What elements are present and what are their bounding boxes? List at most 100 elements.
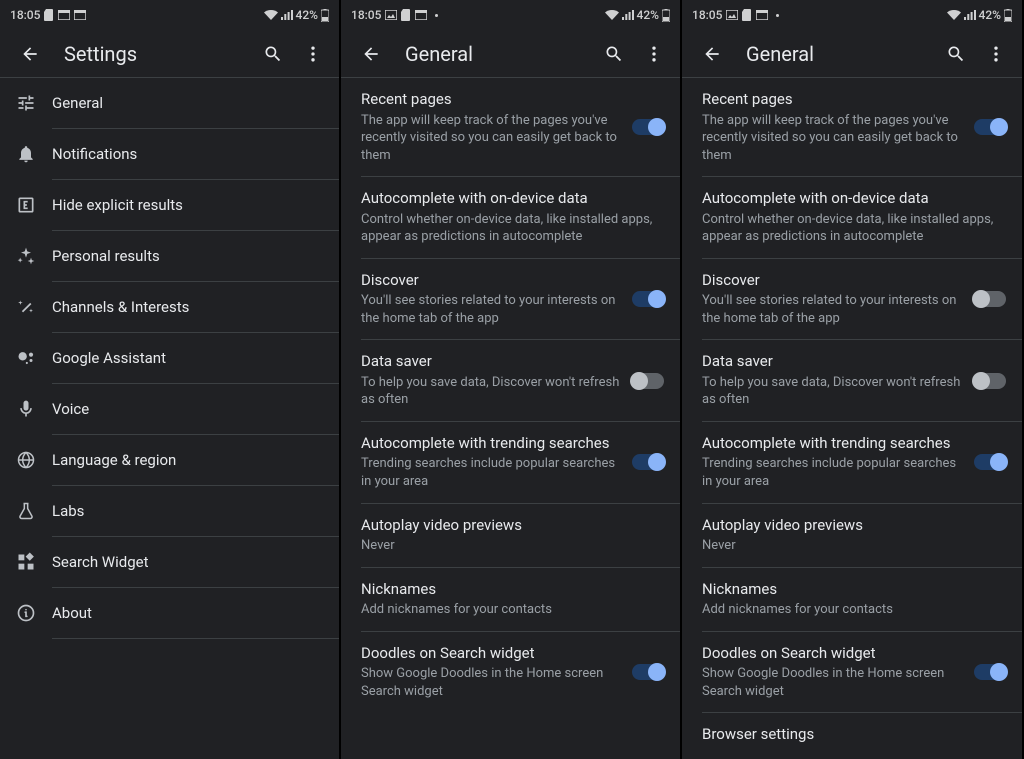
back-button[interactable] — [692, 34, 732, 74]
tune-icon — [16, 93, 52, 113]
divider — [52, 638, 339, 639]
image-icon — [726, 10, 738, 20]
more-dot — [776, 14, 779, 17]
wifi-icon — [605, 10, 619, 20]
nav-item-about[interactable]: About — [0, 588, 339, 638]
setting-autoplay[interactable]: Autoplay video previewsNever — [682, 504, 1022, 567]
setting-title: Doodles on Search widget — [702, 644, 962, 664]
explicit-icon — [16, 195, 52, 215]
wifi-icon — [264, 10, 278, 20]
setting-sub: The app will keep track of the pages you… — [702, 112, 962, 165]
setting-recent-pages[interactable]: Recent pagesThe app will keep track of t… — [341, 78, 680, 176]
setting-sub: Show Google Doodles in the Home screen S… — [361, 665, 620, 700]
app-bar: General — [682, 30, 1022, 78]
setting-title: Autoplay video previews — [702, 516, 1006, 536]
nav-item-labs[interactable]: Labs — [0, 486, 339, 536]
overflow-button[interactable] — [293, 34, 333, 74]
overflow-button[interactable] — [634, 34, 674, 74]
search-button[interactable] — [253, 34, 293, 74]
nav-item-assistant[interactable]: Google Assistant — [0, 333, 339, 383]
setting-browser[interactable]: Browser settings — [682, 713, 1022, 759]
setting-sub: To help you save data, Discover won't re… — [702, 374, 962, 409]
setting-autocomplete-trending[interactable]: Autocomplete with trending searchesTrend… — [341, 422, 680, 503]
page-title: Settings — [50, 42, 253, 66]
search-button[interactable] — [594, 34, 634, 74]
page-title: General — [391, 42, 594, 66]
setting-data-saver[interactable]: Data saverTo help you save data, Discove… — [682, 340, 1022, 421]
setting-sub: Never — [361, 537, 664, 555]
status-right: 42% — [605, 8, 670, 22]
setting-autocomplete-device[interactable]: Autocomplete with on-device dataControl … — [682, 177, 1022, 258]
toggle[interactable] — [632, 454, 664, 470]
toggle[interactable] — [974, 664, 1006, 680]
widgets-icon — [16, 552, 52, 572]
setting-discover[interactable]: DiscoverYou'll see stories related to yo… — [341, 259, 680, 340]
sd-card-icon — [44, 9, 54, 21]
status-time: 18:05 — [351, 8, 381, 22]
setting-title: Data saver — [361, 352, 620, 372]
image-icon — [385, 10, 397, 20]
setting-title: Autocomplete with trending searches — [361, 434, 620, 454]
setting-title: Doodles on Search widget — [361, 644, 620, 664]
sd-card-icon — [742, 9, 752, 21]
setting-autoplay[interactable]: Autoplay video previewsNever — [341, 504, 680, 567]
setting-title: Autocomplete with on-device data — [702, 189, 1006, 209]
toggle[interactable] — [974, 291, 1006, 307]
nav-item-general[interactable]: General — [0, 78, 339, 128]
setting-sub: The app will keep track of the pages you… — [361, 112, 620, 165]
setting-doodles[interactable]: Doodles on Search widgetShow Google Dood… — [682, 632, 1022, 713]
nav-item-widget[interactable]: Search Widget — [0, 537, 339, 587]
setting-title: Autocomplete with trending searches — [702, 434, 962, 454]
wand-icon — [16, 297, 52, 317]
app-bar: General — [341, 30, 680, 78]
info-icon — [16, 603, 52, 623]
wifi-icon — [947, 10, 961, 20]
toggle[interactable] — [974, 373, 1006, 389]
nav-label: General — [52, 94, 339, 112]
battery-text: 42% — [637, 8, 659, 22]
setting-recent-pages[interactable]: Recent pagesThe app will keep track of t… — [682, 78, 1022, 176]
toggle[interactable] — [632, 291, 664, 307]
general-list: Recent pagesThe app will keep track of t… — [682, 78, 1022, 759]
nav-item-voice[interactable]: Voice — [0, 384, 339, 434]
setting-title: Browser settings — [702, 725, 1006, 745]
toggle[interactable] — [632, 373, 664, 389]
status-bar: 18:05 42% — [682, 0, 1022, 30]
nav-item-personal[interactable]: Personal results — [0, 231, 339, 281]
battery-icon — [321, 9, 329, 22]
setting-data-saver[interactable]: Data saverTo help you save data, Discove… — [341, 340, 680, 421]
nav-label: Personal results — [52, 247, 339, 265]
nav-item-language[interactable]: Language & region — [0, 435, 339, 485]
setting-autocomplete-device[interactable]: Autocomplete with on-device dataControl … — [341, 177, 680, 258]
window2-icon — [74, 10, 86, 20]
signal-icon — [622, 10, 634, 20]
setting-sub: Add nicknames for your contacts — [361, 601, 664, 619]
signal-icon — [281, 10, 293, 20]
search-button[interactable] — [936, 34, 976, 74]
nav-item-notifications[interactable]: Notifications — [0, 129, 339, 179]
battery-icon — [662, 9, 670, 22]
battery-icon — [1004, 9, 1012, 22]
nav-item-channels[interactable]: Channels & Interests — [0, 282, 339, 332]
setting-discover[interactable]: DiscoverYou'll see stories related to yo… — [682, 259, 1022, 340]
setting-nicknames[interactable]: NicknamesAdd nicknames for your contacts — [341, 568, 680, 631]
flask-icon — [16, 501, 52, 521]
general-list: Recent pagesThe app will keep track of t… — [341, 78, 680, 712]
setting-title: Autoplay video previews — [361, 516, 664, 536]
nav-label: Search Widget — [52, 553, 339, 571]
back-button[interactable] — [10, 34, 50, 74]
setting-doodles[interactable]: Doodles on Search widgetShow Google Dood… — [341, 632, 680, 713]
toggle[interactable] — [632, 664, 664, 680]
signal-icon — [964, 10, 976, 20]
overflow-button[interactable] — [976, 34, 1016, 74]
setting-autocomplete-trending[interactable]: Autocomplete with trending searchesTrend… — [682, 422, 1022, 503]
toggle[interactable] — [974, 119, 1006, 135]
toggle[interactable] — [974, 454, 1006, 470]
nav-item-explicit[interactable]: Hide explicit results — [0, 180, 339, 230]
setting-nicknames[interactable]: NicknamesAdd nicknames for your contacts — [682, 568, 1022, 631]
back-button[interactable] — [351, 34, 391, 74]
toggle[interactable] — [632, 119, 664, 135]
nav-label: Voice — [52, 400, 339, 418]
nav-label: About — [52, 604, 339, 622]
status-left: 18:05 — [10, 8, 86, 22]
